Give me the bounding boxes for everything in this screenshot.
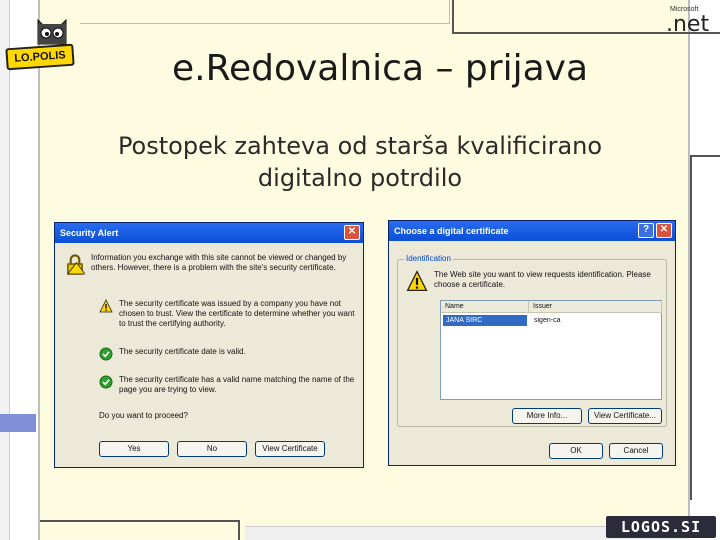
choose-certificate-titlebar: Choose a digital certificate ? ✕ [389, 221, 675, 241]
more-info-button[interactable]: More Info... [512, 408, 582, 424]
right-frame [690, 155, 720, 500]
security-alert-item-2: The security certificate date is valid. [99, 347, 359, 361]
lopolis-logo: LO.POLIS [4, 14, 76, 71]
help-button[interactable]: ? [638, 223, 654, 238]
security-alert-item-text: The security certificate date is valid. [119, 347, 246, 356]
security-alert-item-3: The security certificate has a valid nam… [99, 375, 359, 395]
subtitle-line-1: Postopek zahteva od starša kvalificirano [117, 132, 603, 160]
security-alert-intro-row: Information you exchange with this site … [65, 253, 355, 275]
security-alert-question: Do you want to proceed? [99, 411, 188, 420]
bottom-left-frame [40, 520, 240, 540]
dotnet-label: .net [666, 12, 710, 37]
identification-group: Identification The Web site you want to … [397, 254, 667, 427]
security-alert-close-button[interactable]: ✕ [344, 225, 360, 240]
security-alert-item-text: The security certificate was issued by a… [119, 299, 355, 328]
warning-icon [99, 299, 113, 313]
left-strip [0, 0, 10, 540]
identification-message-row: The Web site you want to view requests i… [406, 270, 661, 292]
choose-certificate-close-button[interactable]: ✕ [656, 223, 672, 238]
column-header-name[interactable]: Name [441, 301, 529, 313]
logos-si-logo: LOGOS.SI [606, 516, 716, 538]
ok-button[interactable]: OK [549, 443, 603, 459]
no-button[interactable]: No [177, 441, 247, 457]
subtitle-line-2: digitalno potrdilo [257, 164, 463, 192]
dotnet-logo: Microsoft .net [664, 4, 718, 38]
lopolis-wordmark: LO.POLIS [5, 43, 75, 71]
certificate-list[interactable]: Name Issuer JANA SIRC sigen-ca [440, 300, 662, 400]
column-header-issuer[interactable]: Issuer [529, 301, 662, 313]
check-icon [99, 347, 113, 361]
security-alert-titlebar: Security Alert ✕ [55, 223, 363, 243]
choose-certificate-dialog: Choose a digital certificate ? ✕ Identif… [388, 220, 676, 466]
slide-subtitle: Postopek zahteva od starša kvalificirano… [80, 130, 640, 194]
identification-message: The Web site you want to view requests i… [434, 270, 651, 289]
certificate-row-issuer[interactable]: sigen-ca [531, 315, 651, 326]
security-alert-dialog: Security Alert ✕ Information you exchang… [54, 222, 364, 468]
warning-icon [406, 270, 428, 292]
certificate-row-name[interactable]: JANA SIRC [443, 315, 527, 326]
identification-group-label: Identification [404, 254, 453, 263]
security-alert-title: Security Alert [60, 228, 119, 238]
security-alert-intro: Information you exchange with this site … [91, 253, 347, 272]
yes-button[interactable]: Yes [99, 441, 169, 457]
check-icon [99, 375, 113, 389]
security-alert-item-text: The security certificate has a valid nam… [119, 375, 355, 394]
cancel-button[interactable]: Cancel [609, 443, 663, 459]
top-frame [80, 0, 450, 24]
slide-title: e.Redovalnica – prijava [171, 48, 589, 89]
left-accent-block [0, 414, 36, 432]
lock-warning-icon [67, 254, 85, 275]
view-certificate-button[interactable]: View Certificate... [588, 408, 662, 424]
view-certificate-button[interactable]: View Certificate [255, 441, 325, 457]
choose-certificate-title: Choose a digital certificate [394, 226, 509, 236]
cat-icon [37, 18, 67, 45]
security-alert-item-1: The security certificate was issued by a… [99, 299, 359, 329]
